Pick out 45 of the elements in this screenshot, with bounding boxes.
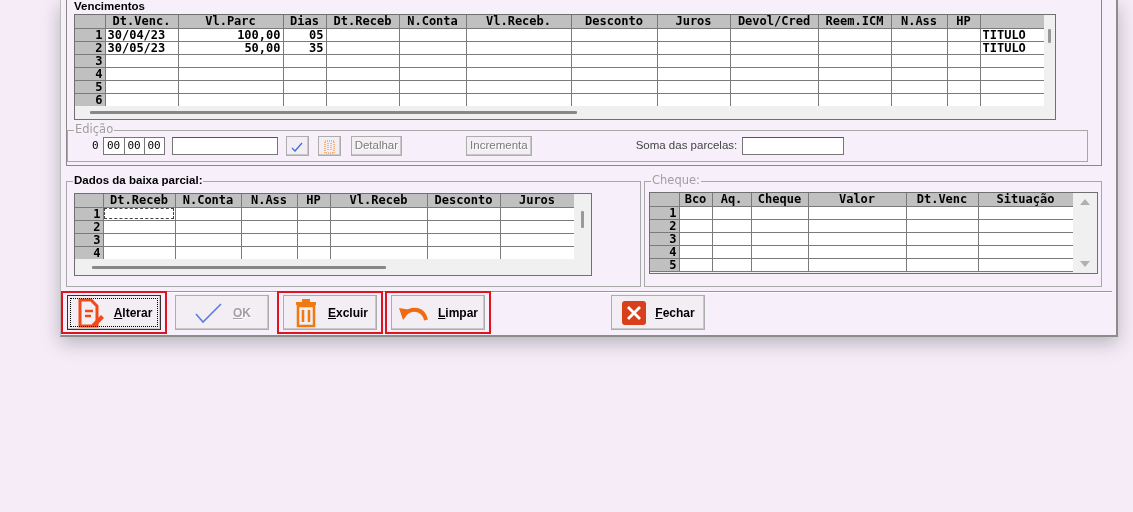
column-header: Vl.Receb bbox=[330, 194, 427, 207]
dialog-button[interactable]: Fechar bbox=[611, 295, 705, 330]
horizontal-scrollbar[interactable] bbox=[92, 265, 386, 269]
vertical-scrollbar[interactable] bbox=[581, 211, 584, 228]
column-header: HP bbox=[297, 194, 330, 207]
column-header: Dt.Venc bbox=[906, 193, 978, 206]
dialog-button[interactable]: Alterar bbox=[67, 295, 161, 330]
column-header: HP bbox=[947, 15, 980, 28]
group-title: Vencimentos bbox=[73, 0, 146, 13]
scroll-down-icon bbox=[1079, 259, 1091, 269]
column-header: Dias bbox=[283, 15, 326, 28]
column-header: Devol/Cred bbox=[730, 15, 818, 28]
column-header: Vl.Receb. bbox=[466, 15, 571, 28]
text-field[interactable] bbox=[171, 137, 278, 155]
column-header: Juros bbox=[500, 194, 574, 207]
column-header: Reem.ICM bbox=[818, 15, 891, 28]
column-header: Dt.Receb bbox=[326, 15, 399, 28]
column-header: Bco bbox=[679, 193, 712, 206]
column-header: Juros bbox=[657, 15, 730, 28]
column-header: N.Conta bbox=[175, 194, 241, 207]
index-label: 0 bbox=[92, 137, 99, 154]
scroll-up-icon bbox=[1079, 197, 1091, 207]
close-icon bbox=[621, 299, 648, 326]
trash-icon bbox=[322, 138, 336, 154]
group-title: Dados da baixa parcial: bbox=[73, 174, 204, 187]
sum-field[interactable] bbox=[742, 137, 845, 155]
column-header: Aq. bbox=[712, 193, 751, 206]
column-header: Dt.Venc. bbox=[105, 15, 178, 28]
column-header: Dt.Receb bbox=[103, 194, 175, 207]
dialog-button[interactable]: Excluir bbox=[283, 295, 377, 330]
column-header: Situação bbox=[978, 193, 1073, 206]
column-header: N.Conta bbox=[399, 15, 466, 28]
group-title: Edição bbox=[74, 123, 115, 136]
dialog-button[interactable]: Limpar bbox=[391, 295, 485, 330]
group-title: Cheque: bbox=[651, 174, 701, 187]
column-header: Desconto bbox=[427, 194, 500, 207]
column-header: Cheque bbox=[751, 193, 808, 206]
column-header: N.Ass bbox=[891, 15, 947, 28]
sum-label: Soma das parcelas: bbox=[635, 138, 738, 154]
column-header: Vl.Parc bbox=[178, 15, 283, 28]
horizontal-scrollbar[interactable] bbox=[90, 111, 577, 114]
vertical-scrollbar[interactable] bbox=[1048, 29, 1051, 43]
column-header: N.Ass bbox=[241, 194, 297, 207]
column-header: Desconto bbox=[571, 15, 657, 28]
column-header: Valor bbox=[808, 193, 906, 206]
